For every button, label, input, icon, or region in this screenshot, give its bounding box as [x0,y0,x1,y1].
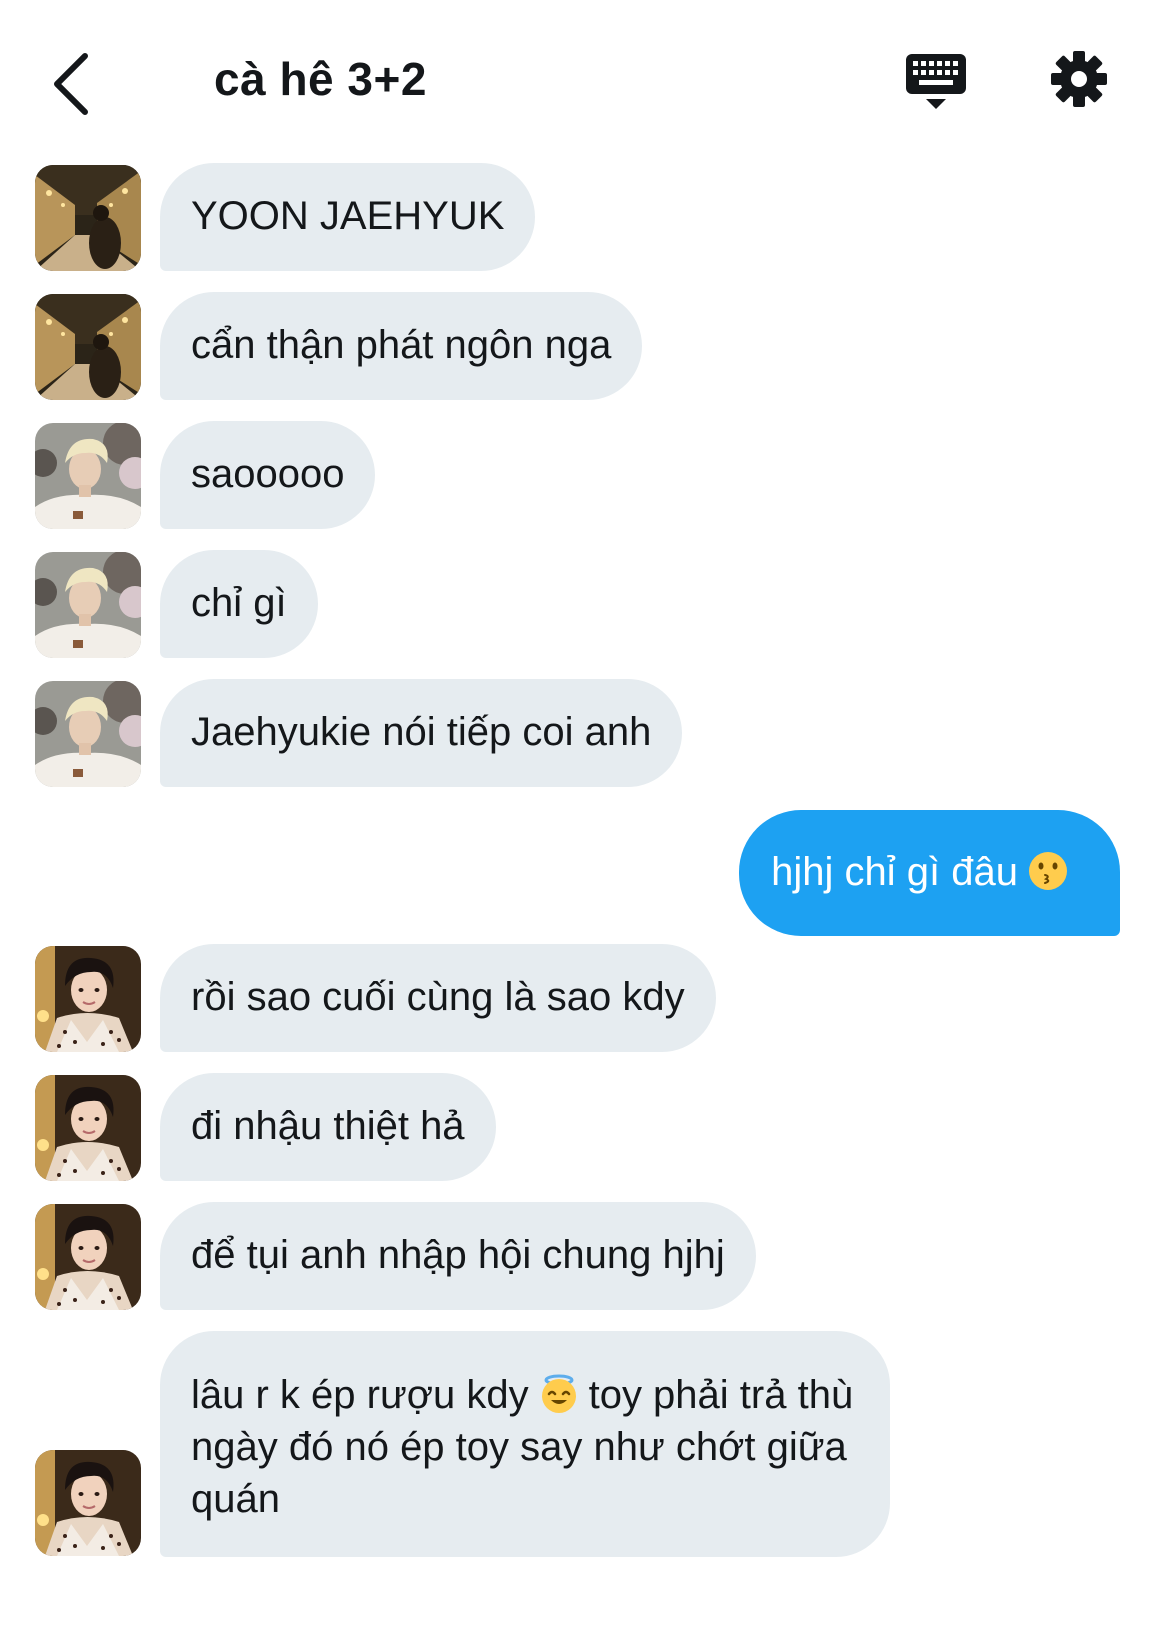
chat-header: cà hê 3+2 [0,0,1170,150]
avatar-blond-boy[interactable] [35,681,141,787]
back-button[interactable] [36,44,106,124]
avatar-blond-boy[interactable] [35,423,141,529]
avatar-dark-hair-boy[interactable] [35,1075,141,1181]
message-text: hjhj chỉ gì đâu [771,850,1018,894]
avatar-night-street[interactable] [35,294,141,400]
message-bubble[interactable]: Jaehyukie nói tiếp coi anh [160,679,683,787]
keyboard-button[interactable] [906,50,980,120]
message-bubble[interactable]: YOON JAEHYUK [160,163,536,271]
avatar-dark-hair-boy[interactable] [35,946,141,1052]
message-bubble[interactable]: để tụi anh nhập hội chung hjhj [160,1202,756,1310]
avatar-dark-hair-boy[interactable] [35,1450,141,1556]
keyboard-icon [906,54,966,109]
settings-button[interactable] [1050,50,1120,120]
message-bubble[interactable]: saooooo [160,421,376,529]
avatar-night-street[interactable] [35,165,141,271]
message-bubble-outgoing[interactable]: hjhj chỉ gì đâu [739,810,1120,936]
message-text: lâu r k ép rượu kdy [191,1373,529,1417]
message-bubble[interactable]: đi nhậu thiệt hả [160,1073,496,1181]
avatar-blond-boy[interactable] [35,552,141,658]
halo-face-emoji [541,1374,576,1413]
message-bubble[interactable]: cẩn thận phát ngôn nga [160,292,643,400]
message-bubble[interactable]: chỉ gì [160,550,318,658]
kissing-face-emoji [1029,852,1067,890]
chevron-left-icon [54,53,88,115]
message-bubble[interactable]: rồi sao cuối cùng là sao kdy [160,944,716,1052]
message-bubble[interactable]: lâu r k ép rượu kdy toy phải trả thù ngà… [160,1331,890,1557]
conversation-title[interactable]: cà hê 3+2 [214,52,427,106]
gear-icon [1051,51,1107,107]
avatar-dark-hair-boy[interactable] [35,1204,141,1310]
